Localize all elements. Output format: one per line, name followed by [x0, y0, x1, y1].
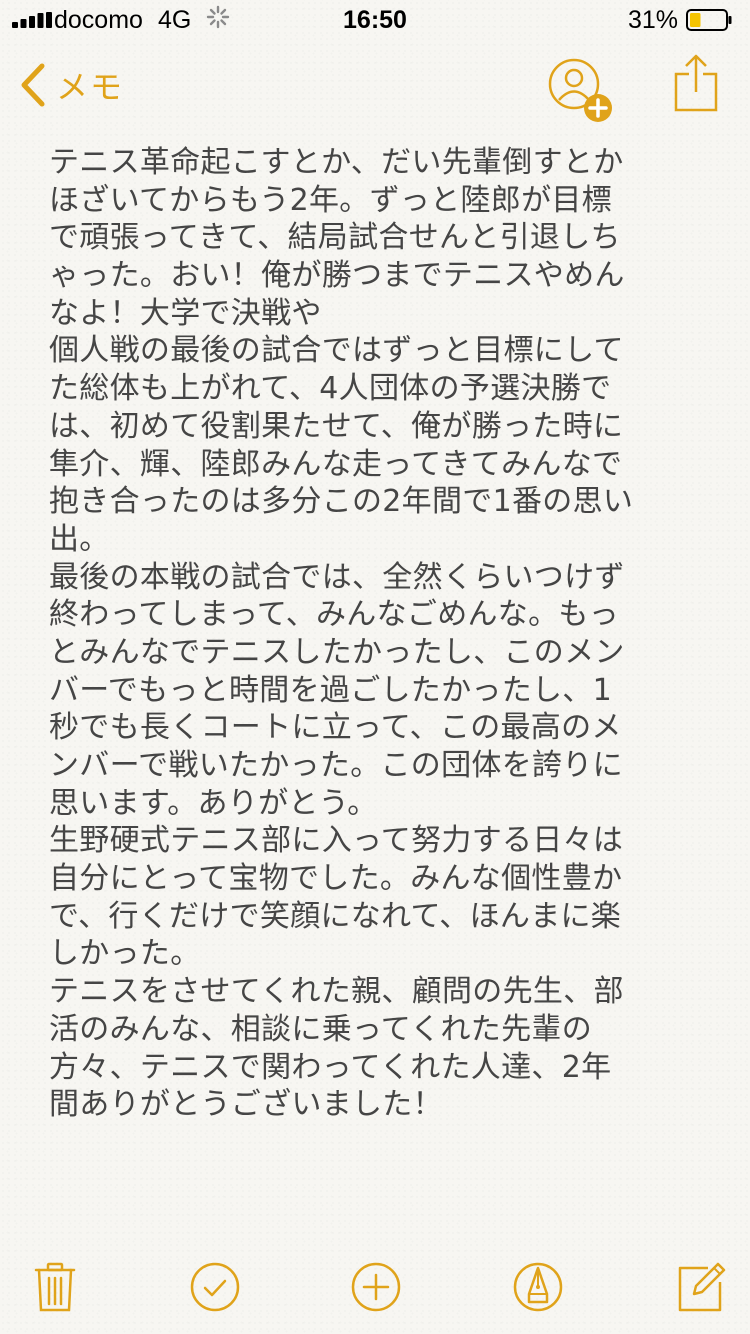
note-line: 方々、テニスで関わってくれた人達、2年	[49, 1049, 612, 1085]
sketch-button[interactable]	[511, 1260, 565, 1314]
note-line: とみんなでテニスしたかったし、このメン	[49, 634, 625, 670]
bottom-toolbar	[0, 1238, 750, 1334]
note-line: バーでもっと時間を過ごしたかったし、1	[49, 672, 612, 708]
note-line: ゃった。おい！俺が勝つまでテニスやめん	[49, 258, 625, 294]
checklist-button[interactable]	[188, 1260, 242, 1314]
note-line: 間ありがとうございました！	[49, 1087, 443, 1123]
battery-icon	[686, 9, 732, 31]
note-line: しかった。	[49, 936, 201, 972]
note-line: なよ！大学で決戦や	[49, 295, 322, 331]
add-icon	[351, 1262, 401, 1312]
note-line: 思います。ありがとう。	[49, 785, 378, 821]
note-line: ほざいてからもう2年。ずっと陸郎が目標	[49, 182, 612, 218]
note-line: 自分にとって宝物でした。みんな個性豊か	[49, 861, 623, 897]
note-line: 秒でも長くコートに立って、この最高のメ	[49, 710, 622, 746]
note-line: テニスをさせてくれた親、顧問の先生、部	[49, 974, 624, 1010]
note-body[interactable]: テニス革命起こすとか、だい先輩倒すとか ほざいてからもう2年。ずっと陸郎が目標 で頑…	[49, 144, 709, 1124]
add-button[interactable]	[349, 1260, 403, 1314]
note-line: 生野硬式テニス部に入って努力する日々は	[49, 823, 624, 859]
back-label: メモ	[56, 68, 125, 106]
note-line: 最後の本戦の試合では、全然くらいつけず	[49, 559, 625, 595]
note-line: ンバーで戦いたかった。この団体を誇りに	[49, 748, 623, 783]
trash-icon	[34, 1262, 76, 1312]
note-line: で、行くだけで笑顔になれて、ほんまに楽	[49, 898, 622, 934]
status-bar: docomo 4G 16:50 31%	[0, 0, 750, 40]
note-line: 活のみんな、相談に乗ってくれた先輩の	[49, 1011, 592, 1047]
note-line: 個人戦の最後の試合ではずっと目標にして	[49, 333, 624, 369]
note-line: は、初めて役割果たせて、俺が勝った時に	[49, 408, 624, 444]
trash-button[interactable]	[28, 1260, 82, 1314]
navigation-bar: メモ	[0, 40, 750, 130]
note-line: 隼介、輝、陸郎みんな走ってきてみんなで	[49, 446, 623, 482]
checklist-icon	[190, 1262, 240, 1312]
note-line: で頑張ってきて、結局試合せんと引退しち	[49, 220, 621, 256]
note-line: た総体も上がれて、4人団体の予選決勝で	[49, 371, 612, 407]
compose-icon	[678, 1262, 726, 1312]
chevron-left-icon	[21, 63, 45, 107]
note-line: テニス革命起こすとか、だい先輩倒すとか	[49, 145, 624, 180]
back-button[interactable]: メモ	[20, 60, 124, 110]
note-line: 抱き合ったのは多分この2年間で1番の思い	[49, 484, 634, 520]
sketch-icon	[513, 1262, 563, 1312]
battery-percentage: 31%	[627, 6, 678, 34]
add-people-icon[interactable]	[546, 58, 616, 124]
note-line: 終わってしまって、みんなごめんな。もっ	[49, 597, 619, 633]
compose-button[interactable]	[674, 1260, 728, 1314]
share-icon[interactable]	[672, 54, 720, 112]
note-line: 出。	[49, 521, 110, 557]
